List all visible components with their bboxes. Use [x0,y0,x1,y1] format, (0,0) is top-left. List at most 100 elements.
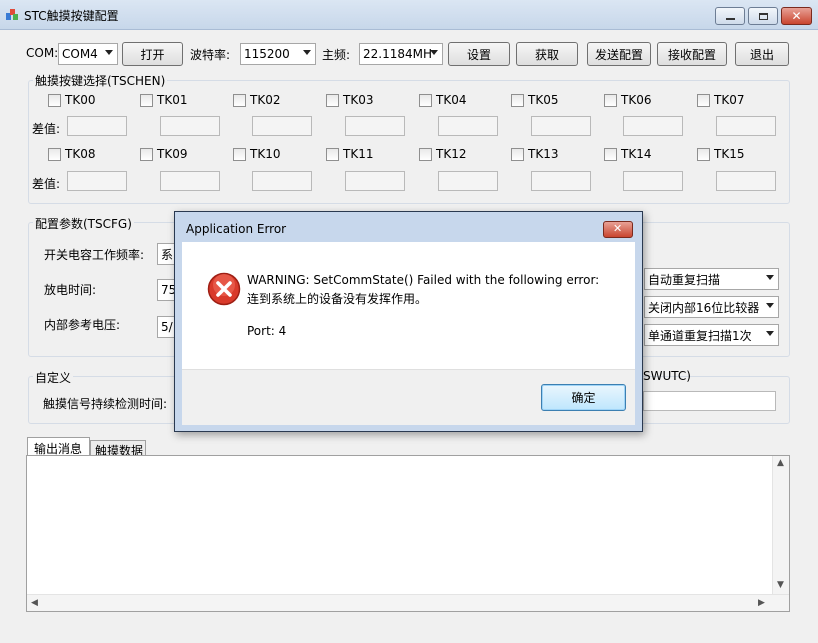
tk-checkbox[interactable] [48,148,61,161]
tk-diff-field [160,171,220,191]
tk-label: TK07 [714,93,745,107]
swutc-input[interactable] [643,391,776,411]
output-panel[interactable]: ▲ ▼ ◀ ▶ [26,455,790,612]
get-button[interactable]: 获取 [516,42,578,66]
maximize-button[interactable] [748,7,778,25]
set-button[interactable]: 设置 [448,42,510,66]
exit-button[interactable]: 退出 [735,42,789,66]
freq-label: 主频: [322,48,351,62]
scan-mode-value: 自动重复扫描 [648,272,721,287]
error-message-line1: WARNING: SetCommState() Failed with the … [247,273,600,287]
chevron-down-icon [303,50,311,55]
scan-mode-select[interactable]: 自动重复扫描 [644,268,779,290]
tk-checkbox[interactable] [511,94,524,107]
chevron-down-icon [105,50,113,55]
send-config-button[interactable]: 发送配置 [587,42,651,66]
error-icon [207,272,241,306]
baud-label: 波特率: [190,48,231,62]
tk-checkbox[interactable] [48,94,61,107]
title-bar: STC触摸按键配置 ✕ [0,0,818,30]
tk-diff-field [252,116,312,136]
close-icon: ✕ [791,9,802,23]
tk-diff-field [716,116,776,136]
error-message-line2: 连到系统上的设备没有发挥作用。 [247,292,428,306]
tk-checkbox[interactable] [604,148,617,161]
tk-checkbox[interactable] [326,94,339,107]
tab-touch-data[interactable]: 触摸数据 [90,440,146,455]
chevron-down-icon [766,331,774,336]
switch-freq-value: 系 [161,247,174,262]
channel-scan-select[interactable]: 单通道重复扫描1次 [644,324,779,346]
tk-label: TK14 [621,147,652,161]
swutc-label: SWUTC) [643,369,691,383]
ref-voltage-value: 5/ [161,320,173,334]
comparator-select[interactable]: 关闭内部16位比较器 [644,296,779,318]
app-icon [6,9,18,20]
tk-diff-field [67,116,127,136]
tab-output[interactable]: 输出消息 [27,437,90,456]
baud-select-value: 115200 [244,47,290,61]
tk-label: TK04 [436,93,467,107]
tk-diff-field [623,116,683,136]
receive-config-button[interactable]: 接收配置 [657,42,727,66]
tk-label: TK09 [157,147,188,161]
scroll-right-icon[interactable]: ▶ [758,598,765,608]
tk-label: TK02 [250,93,281,107]
custom-group-title: 自定义 [33,369,74,386]
continuous-detect-label: 触摸信号持续检测时间: [43,397,168,411]
tk-checkbox[interactable] [140,148,153,161]
ok-button[interactable]: 确定 [541,384,626,411]
tab-output-label: 输出消息 [34,442,83,456]
freq-select-value: 22.1184MH [363,47,432,61]
discharge-label: 放电时间: [44,283,97,297]
diff-label: 差值: [32,122,61,136]
tk-diff-field [252,171,312,191]
freq-select[interactable]: 22.1184MH [359,43,443,65]
tk-diff-field [531,171,591,191]
tk-checkbox[interactable] [233,94,246,107]
tk-checkbox[interactable] [697,94,710,107]
tk-diff-field [716,171,776,191]
tk-diff-field [438,171,498,191]
com-select[interactable]: COM4 [58,43,118,65]
tk-checkbox[interactable] [511,148,524,161]
channel-scan-value: 单通道重复扫描1次 [648,328,752,343]
scroll-left-icon[interactable]: ◀ [31,598,38,608]
baud-select[interactable]: 115200 [240,43,316,65]
close-icon: ✕ [613,222,623,235]
dialog-close-button[interactable]: ✕ [603,221,633,238]
tk-label: TK08 [65,147,96,161]
tk-checkbox[interactable] [140,94,153,107]
error-dialog: Application Error ✕ WARNING: SetCommStat… [174,211,643,432]
tk-checkbox[interactable] [326,148,339,161]
tk-checkbox[interactable] [604,94,617,107]
com-label: COM: [26,46,59,60]
com-select-value: COM4 [62,47,98,61]
open-button[interactable]: 打开 [122,42,183,66]
tschen-group-title: 触摸按键选择(TSCHEN) [33,72,168,89]
horizontal-scrollbar[interactable]: ◀ ▶ [27,594,789,611]
minimize-button[interactable] [715,7,745,25]
tk-label: TK13 [528,147,559,161]
dialog-title: Application Error [186,222,287,236]
vertical-scrollbar[interactable]: ▲ ▼ [772,456,789,595]
scroll-down-icon[interactable]: ▼ [777,580,784,590]
scroll-up-icon[interactable]: ▲ [777,458,784,468]
tk-checkbox[interactable] [419,148,432,161]
maximize-icon [758,12,768,20]
comparator-value: 关闭内部16位比较器 [648,300,760,315]
tk-label: TK00 [65,93,96,107]
tab-touch-data-label: 触摸数据 [95,444,144,455]
dialog-body: WARNING: SetCommState() Failed with the … [182,242,635,369]
chevron-down-icon [430,50,438,55]
tk-label: TK06 [621,93,652,107]
close-button[interactable]: ✕ [781,7,812,25]
tk-checkbox[interactable] [233,148,246,161]
tk-diff-field [345,171,405,191]
chevron-down-icon [766,303,774,308]
tk-checkbox[interactable] [697,148,710,161]
tk-diff-field [438,116,498,136]
tk-label: TK12 [436,147,467,161]
tk-checkbox[interactable] [419,94,432,107]
tk-label: TK01 [157,93,188,107]
